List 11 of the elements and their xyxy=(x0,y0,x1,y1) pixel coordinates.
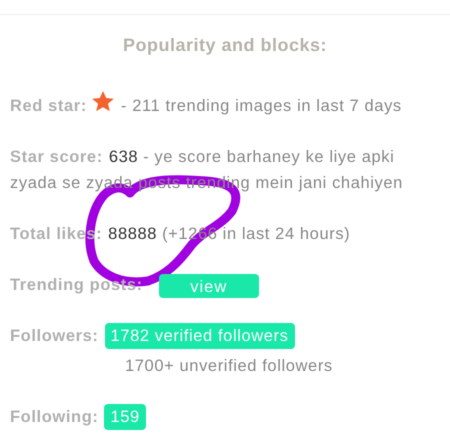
row-label: Trending posts: xyxy=(10,276,143,294)
row-description: - 211 trending images in last 7 days xyxy=(120,97,402,115)
star-icon xyxy=(90,90,115,114)
view-button[interactable]: view xyxy=(158,274,259,298)
section-title: Popularity and blocks: xyxy=(122,35,328,56)
row-label: Following: xyxy=(10,408,98,426)
row-label: Followers: xyxy=(10,327,99,345)
count-badge: 1782 verified followers xyxy=(104,323,294,349)
row-label: Red star: xyxy=(10,97,87,115)
row-note: 1700+ unverified followers xyxy=(125,356,334,377)
count-badge: 159 xyxy=(104,404,146,430)
